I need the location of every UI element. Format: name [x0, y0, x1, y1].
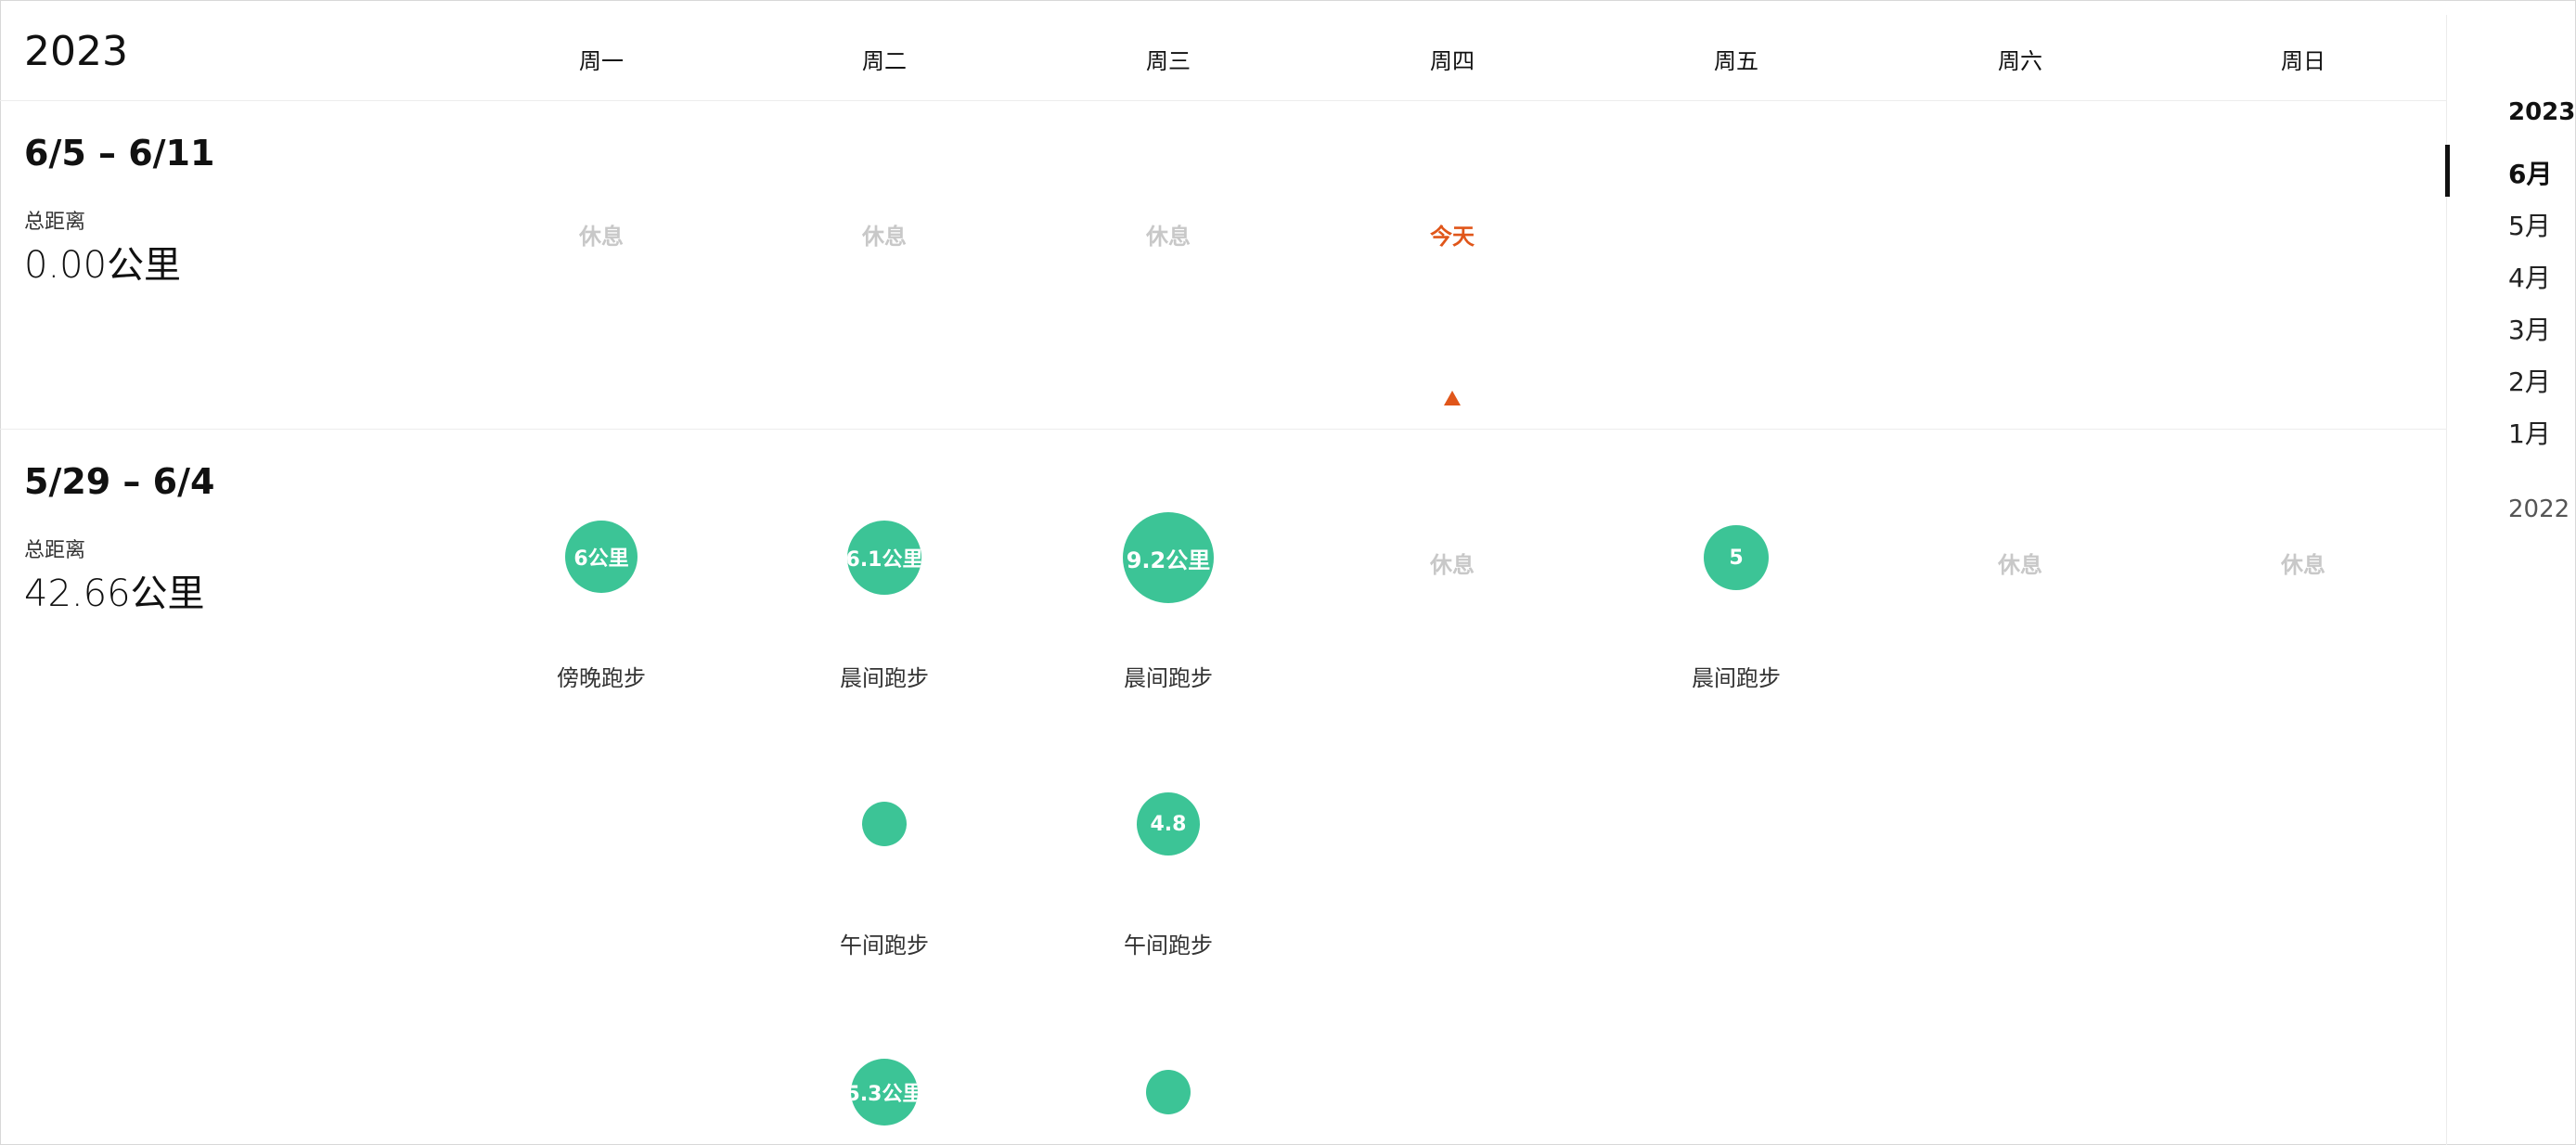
- total-distance-label: 总距离: [24, 211, 86, 234]
- day-header-tue: 周二: [862, 48, 907, 74]
- rest-day-tue: 休息: [862, 224, 907, 250]
- sidebar-month-5[interactable]: 5月: [2508, 206, 2551, 243]
- week-range: 5/29 – 6/4: [24, 461, 215, 502]
- day-header-sun: 周日: [2281, 48, 2325, 74]
- activity-bubble[interactable]: 5.3公里: [851, 1059, 918, 1126]
- day-header-thu: 周四: [1430, 48, 1475, 74]
- sidebar-year[interactable]: 2023: [2508, 98, 2575, 126]
- rest-day-sun: 休息: [2281, 552, 2325, 578]
- today-label: 今天: [1430, 224, 1475, 250]
- activity-bubble[interactable]: [862, 802, 907, 846]
- activity-bubble[interactable]: 6.1公里: [847, 521, 921, 595]
- sidebar-month-6[interactable]: 6月: [2508, 154, 2552, 191]
- rest-day-mon: 休息: [579, 224, 624, 250]
- active-month-indicator: [2445, 145, 2450, 197]
- activity-label[interactable]: 晨间跑步: [1634, 660, 1838, 692]
- activity-bubble[interactable]: 5: [1704, 525, 1769, 590]
- activity-label[interactable]: 晨间跑步: [782, 660, 986, 692]
- sidebar-prev-year[interactable]: 2022: [2508, 495, 2570, 523]
- total-distance-label: 总距离: [24, 539, 86, 562]
- rest-day-wed: 休息: [1146, 224, 1191, 250]
- activity-bubble[interactable]: 9.2公里: [1123, 512, 1214, 603]
- week-row-current: 6/5 – 6/11 总距离 0.00公里 休息 休息 休息 今天: [0, 101, 2446, 430]
- sidebar-month-4[interactable]: 4月: [2508, 258, 2551, 295]
- month-navigation-sidebar: 2023 6月 5月 4月 3月 2月 1月 2022: [2445, 15, 2576, 1145]
- activity-bubble[interactable]: 4.8: [1137, 792, 1200, 856]
- day-header-wed: 周三: [1146, 48, 1191, 74]
- sidebar-month-1[interactable]: 1月: [2508, 414, 2551, 451]
- calendar-main: 2023 周一 周二 周三 周四 周五 周六 周日 6/5 – 6/11 总距离…: [0, 0, 2446, 1145]
- activity-label[interactable]: 午间跑步: [1066, 927, 1270, 959]
- rest-day-thu: 休息: [1430, 552, 1475, 578]
- sidebar-month-2[interactable]: 2月: [2508, 362, 2551, 399]
- activity-label[interactable]: 傍晚跑步: [499, 660, 703, 692]
- day-header-fri: 周五: [1714, 48, 1758, 74]
- activity-bubble[interactable]: 6公里: [565, 521, 638, 593]
- sidebar-month-3[interactable]: 3月: [2508, 310, 2551, 347]
- page-title-year: 2023: [24, 28, 128, 75]
- day-header-mon: 周一: [579, 48, 624, 74]
- calendar-header: 2023 周一 周二 周三 周四 周五 周六 周日: [0, 0, 2446, 101]
- today-marker-icon: [1444, 391, 1461, 405]
- week-range: 6/5 – 6/11: [24, 133, 215, 174]
- activity-label[interactable]: 晨间跑步: [1066, 660, 1270, 692]
- activity-label[interactable]: 午间跑步: [782, 927, 986, 959]
- total-distance-value: 42.66公里: [24, 572, 205, 615]
- activity-bubble[interactable]: [1146, 1070, 1191, 1114]
- week-row-previous: 5/29 – 6/4 总距离 42.66公里 休息 休息 休息 6公里 傍晚跑步…: [0, 430, 2446, 1145]
- total-distance-value: 0.00公里: [24, 244, 182, 287]
- rest-day-sat: 休息: [1998, 552, 2042, 578]
- day-header-sat: 周六: [1998, 48, 2042, 74]
